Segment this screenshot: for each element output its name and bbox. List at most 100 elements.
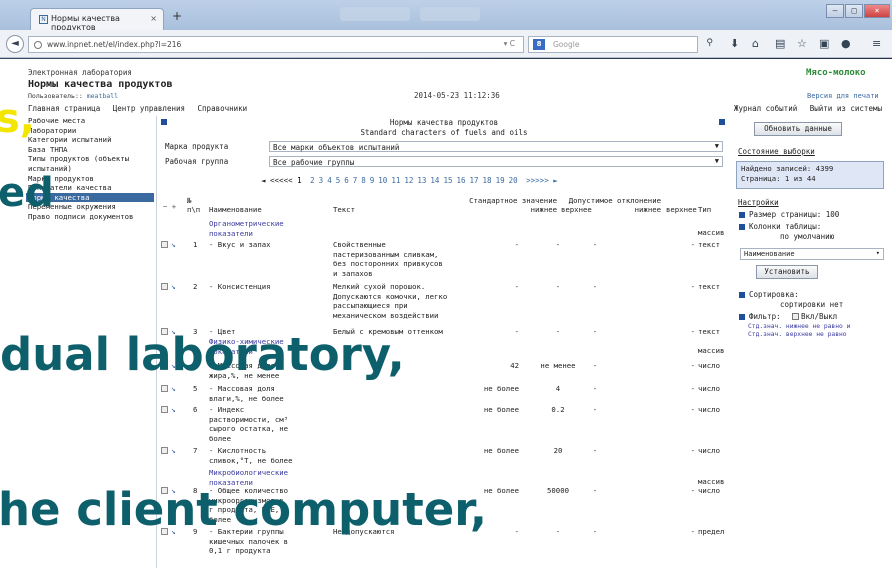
reload-icon[interactable]: ▾ C bbox=[504, 39, 515, 48]
user-name-link[interactable]: meatball bbox=[87, 92, 118, 100]
browser-tab[interactable]: N Нормы качества продуктов × bbox=[30, 8, 164, 32]
menu-logout[interactable]: Выйти из системы bbox=[810, 104, 882, 113]
search-icon[interactable]: ⚲ bbox=[706, 38, 713, 48]
group-type: массив bbox=[698, 228, 725, 237]
column-dropdown[interactable]: Наименование ▾ bbox=[740, 248, 884, 260]
pager-current: 1 bbox=[297, 176, 302, 185]
maximize-button[interactable]: □ bbox=[845, 4, 863, 18]
row-type: текст bbox=[698, 240, 720, 249]
tab-close-icon[interactable]: × bbox=[150, 14, 157, 23]
back-arrow-icon[interactable]: ◄ bbox=[6, 35, 24, 53]
edit-icon[interactable]: ↘ bbox=[171, 447, 176, 455]
filter-checkbox[interactable] bbox=[792, 313, 799, 320]
user-line: Пользователь:: meatball bbox=[28, 92, 118, 100]
pager-page-link[interactable]: 4 bbox=[327, 176, 332, 185]
row-checkbox[interactable] bbox=[161, 406, 168, 413]
row-tol-low: - bbox=[592, 361, 598, 370]
overlay-text-3: dual laboratory, bbox=[0, 328, 405, 381]
row-tol-low: - bbox=[592, 240, 598, 249]
pager-page-link[interactable]: 12 bbox=[404, 176, 413, 185]
edit-icon[interactable]: ↘ bbox=[171, 385, 176, 393]
pager-page-link[interactable]: 18 bbox=[483, 176, 492, 185]
row-text: Мелкий сухой порошок. Допускаются комочк… bbox=[333, 282, 448, 320]
row-tol-high: - bbox=[690, 486, 695, 495]
brand-select[interactable]: Все марки объектов испытаний ▼ bbox=[269, 141, 723, 152]
edit-icon[interactable]: ↘ bbox=[171, 283, 176, 291]
state-title: Состояние выборки bbox=[738, 147, 815, 156]
sidebar-item-laboratories[interactable]: Лаборатории bbox=[26, 126, 154, 136]
set-button[interactable]: Установить bbox=[756, 265, 818, 279]
pager-page-link[interactable]: 14 bbox=[430, 176, 439, 185]
sidebar-item-test-categories[interactable]: Категории испытаний bbox=[26, 135, 154, 145]
pager-page-link[interactable]: 11 bbox=[391, 176, 400, 185]
settings-title: Настройки bbox=[738, 198, 779, 207]
row-type: число bbox=[698, 405, 720, 414]
bookmarks-icon[interactable]: ▣ bbox=[819, 37, 829, 50]
pager-page-link[interactable]: 2 bbox=[310, 176, 315, 185]
pager-page-link[interactable]: 19 bbox=[496, 176, 505, 185]
pager-page-link[interactable]: 7 bbox=[353, 176, 358, 185]
pager-page-link[interactable]: 3 bbox=[319, 176, 324, 185]
edit-icon[interactable]: ↘ bbox=[171, 241, 176, 249]
row-tol-high: - bbox=[690, 405, 695, 414]
pager-page-link[interactable]: 8 bbox=[361, 176, 366, 185]
menu-control-center[interactable]: Центр управления bbox=[113, 104, 185, 113]
print-version-link[interactable]: Версия для печати bbox=[807, 92, 879, 100]
pager-page-link[interactable]: 17 bbox=[470, 176, 479, 185]
search-box[interactable]: 8 Google ⚲ bbox=[528, 36, 713, 53]
row-tol-high: - bbox=[690, 384, 695, 393]
pager-page-link[interactable]: 20 bbox=[509, 176, 518, 185]
addon-icon[interactable]: ● bbox=[841, 37, 851, 50]
menu-references[interactable]: Справочники bbox=[198, 104, 248, 113]
chevron-down-icon: ▾ bbox=[875, 249, 880, 257]
row-std-low: - bbox=[514, 327, 519, 336]
row-type: число bbox=[698, 384, 720, 393]
address-bar[interactable]: www.inpnet.net/el/index.php?l=216 ▾ C bbox=[28, 36, 524, 53]
pager-page-link[interactable]: 15 bbox=[443, 176, 452, 185]
refresh-button[interactable]: Обновить данные bbox=[754, 122, 842, 136]
group-select[interactable]: Все рабочие группы ▼ bbox=[269, 156, 723, 167]
menu-event-log[interactable]: Журнал событий bbox=[734, 104, 797, 113]
reader-icon[interactable]: ▤ bbox=[775, 37, 785, 50]
sort-icon bbox=[739, 292, 745, 298]
new-tab-button[interactable]: + bbox=[172, 9, 182, 23]
main-subtitle: Standard characters of fuels and oils bbox=[360, 128, 528, 137]
home-icon[interactable]: ⌂ bbox=[752, 37, 759, 50]
pager-page-link[interactable]: 13 bbox=[417, 176, 426, 185]
pager-page-link[interactable]: 9 bbox=[370, 176, 375, 185]
close-window-button[interactable]: × bbox=[864, 4, 890, 18]
overlay-text-2: ed bbox=[0, 170, 54, 216]
pager-page-link[interactable]: 10 bbox=[378, 176, 387, 185]
menu-home[interactable]: Главная страница bbox=[28, 104, 100, 113]
sidebar-item-workplaces[interactable]: Рабочие места bbox=[26, 116, 154, 126]
filter-toggle-label[interactable]: Вкл/Выкл bbox=[801, 312, 837, 321]
chevron-down-icon: ▼ bbox=[714, 142, 719, 150]
pager-page-link[interactable]: 6 bbox=[344, 176, 349, 185]
columns-value: по умолчанию bbox=[780, 232, 835, 241]
bookmark-star-icon[interactable]: ☆ bbox=[797, 37, 807, 50]
pager-first[interactable]: ◄ <<<<< bbox=[261, 176, 293, 185]
datetime: 2014-05-23 11:12:36 bbox=[414, 91, 500, 100]
edit-icon[interactable]: ↘ bbox=[171, 406, 176, 414]
sidebar-item-tnpa[interactable]: База ТНПА bbox=[26, 145, 154, 155]
col-name: Наименование bbox=[209, 205, 262, 214]
download-icon[interactable]: ⬇ bbox=[730, 37, 739, 50]
row-name: - Кислотность сливок,°Т, не более bbox=[209, 446, 293, 465]
blurred-tab[interactable] bbox=[420, 7, 480, 21]
user-label: Пользователь:: bbox=[28, 92, 83, 100]
row-number: 7 bbox=[193, 446, 198, 455]
minimize-button[interactable]: – bbox=[826, 4, 844, 18]
row-actions: ↘ bbox=[161, 283, 181, 292]
pager-page-link[interactable]: 5 bbox=[336, 176, 341, 185]
row-std-low: не более bbox=[483, 405, 519, 414]
row-checkbox[interactable] bbox=[161, 385, 168, 392]
collapse-all-icon[interactable]: − + bbox=[163, 202, 176, 211]
pager-page-link[interactable]: 16 bbox=[456, 176, 465, 185]
row-checkbox[interactable] bbox=[161, 283, 168, 290]
pager-last[interactable]: >>>>> ► bbox=[526, 176, 558, 185]
menu-icon[interactable]: ≡ bbox=[872, 37, 881, 50]
row-checkbox[interactable] bbox=[161, 241, 168, 248]
row-checkbox[interactable] bbox=[161, 447, 168, 454]
row-type: текст bbox=[698, 282, 720, 291]
blurred-tab[interactable] bbox=[340, 7, 410, 21]
